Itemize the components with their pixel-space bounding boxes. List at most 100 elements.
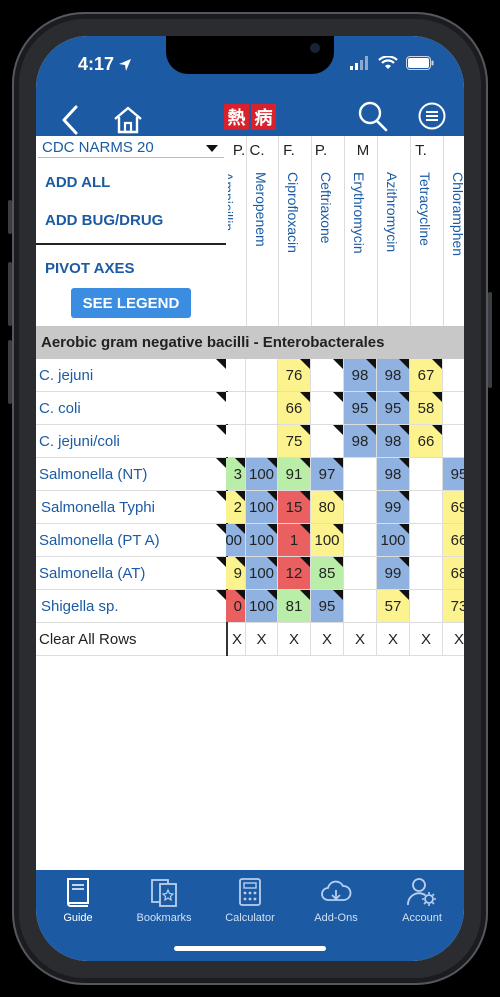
susceptibility-cell[interactable]: 95 bbox=[311, 590, 344, 622]
susceptibility-cell[interactable]: 3 bbox=[226, 458, 246, 490]
clear-column-button[interactable]: X bbox=[226, 623, 246, 655]
organism-label[interactable]: Salmonella (NT) bbox=[39, 458, 225, 490]
susceptibility-cell[interactable]: 100 bbox=[246, 557, 278, 589]
column-drug-name[interactable]: Ampicillin bbox=[228, 172, 236, 231]
susceptibility-cell[interactable] bbox=[226, 392, 246, 424]
susceptibility-cell[interactable] bbox=[344, 524, 377, 556]
susceptibility-cell[interactable] bbox=[344, 590, 377, 622]
tab-add-ons[interactable]: Add-Ons bbox=[294, 876, 378, 934]
column-drug-name[interactable]: Ceftriaxone bbox=[318, 172, 334, 244]
susceptibility-cell[interactable]: 100 bbox=[377, 524, 410, 556]
susceptibility-cell[interactable] bbox=[311, 359, 344, 391]
susceptibility-cell[interactable]: 98 bbox=[377, 458, 410, 490]
home-icon[interactable] bbox=[112, 104, 144, 136]
susceptibility-cell[interactable]: 99 bbox=[377, 557, 410, 589]
susceptibility-cell[interactable]: 76 bbox=[278, 359, 311, 391]
susceptibility-cell[interactable]: 95 bbox=[344, 392, 377, 424]
susceptibility-cell[interactable] bbox=[344, 458, 377, 490]
organism-label[interactable]: Shigella sp. bbox=[41, 590, 227, 622]
susceptibility-cell[interactable] bbox=[246, 425, 278, 457]
susceptibility-cell[interactable]: 95 bbox=[443, 458, 464, 490]
tab-calculator[interactable]: Calculator bbox=[208, 876, 292, 934]
add-all-button[interactable]: ADD ALL bbox=[45, 174, 110, 191]
susceptibility-cell[interactable] bbox=[344, 491, 377, 523]
clear-column-button[interactable]: X bbox=[278, 623, 311, 655]
menu-icon[interactable] bbox=[418, 102, 446, 130]
susceptibility-cell[interactable]: 98 bbox=[377, 359, 410, 391]
susceptibility-cell[interactable] bbox=[311, 392, 344, 424]
susceptibility-cell[interactable]: 66 bbox=[278, 392, 311, 424]
tab-guide[interactable]: Guide bbox=[36, 876, 120, 934]
susceptibility-cell[interactable] bbox=[410, 524, 443, 556]
clear-column-button[interactable]: X bbox=[377, 623, 410, 655]
organism-label[interactable]: C. jejuni/coli bbox=[39, 425, 225, 457]
see-legend-button[interactable]: SEE LEGEND bbox=[71, 288, 191, 318]
add-bug-drug-button[interactable]: ADD BUG/DRUG bbox=[45, 212, 163, 229]
tab-bookmarks[interactable]: Bookmarks bbox=[122, 876, 206, 934]
susceptibility-cell[interactable]: 66 bbox=[410, 425, 443, 457]
susceptibility-cell[interactable] bbox=[443, 359, 464, 391]
susceptibility-cell[interactable] bbox=[410, 590, 443, 622]
clear-column-button[interactable]: X bbox=[311, 623, 344, 655]
susceptibility-cell[interactable]: 98 bbox=[344, 425, 377, 457]
susceptibility-cell[interactable] bbox=[443, 392, 464, 424]
susceptibility-cell[interactable]: 100 bbox=[311, 524, 344, 556]
organism-label[interactable]: C. jejuni bbox=[39, 359, 225, 391]
susceptibility-cell[interactable] bbox=[246, 359, 278, 391]
clear-column-button[interactable]: X bbox=[410, 623, 443, 655]
susceptibility-cell[interactable]: 12 bbox=[278, 557, 311, 589]
susceptibility-cell[interactable]: 91 bbox=[278, 458, 311, 490]
susceptibility-cell[interactable]: 100 bbox=[246, 524, 278, 556]
susceptibility-cell[interactable]: 67 bbox=[410, 359, 443, 391]
column-drug-name[interactable]: Azithromycin bbox=[384, 172, 400, 252]
susceptibility-cell[interactable]: 00 bbox=[226, 524, 246, 556]
search-icon[interactable] bbox=[358, 100, 388, 132]
organism-label[interactable]: Salmonella Typhi bbox=[41, 491, 227, 523]
susceptibility-cell[interactable]: 81 bbox=[278, 590, 311, 622]
susceptibility-cell[interactable]: 58 bbox=[410, 392, 443, 424]
clear-column-button[interactable]: X bbox=[344, 623, 377, 655]
susceptibility-cell[interactable]: 98 bbox=[344, 359, 377, 391]
susceptibility-cell[interactable] bbox=[410, 491, 443, 523]
pivot-axes-button[interactable]: PIVOT AXES bbox=[45, 260, 134, 277]
susceptibility-cell[interactable] bbox=[246, 392, 278, 424]
column-drug-name[interactable]: Tetracycline bbox=[417, 172, 433, 246]
susceptibility-cell[interactable]: 15 bbox=[278, 491, 311, 523]
column-drug-name[interactable]: Meropenem bbox=[253, 172, 269, 247]
susceptibility-cell[interactable]: 100 bbox=[246, 491, 278, 523]
susceptibility-cell[interactable] bbox=[344, 557, 377, 589]
susceptibility-cell[interactable] bbox=[410, 458, 443, 490]
dataset-dropdown[interactable]: CDC NARMS 20 bbox=[38, 138, 224, 158]
column-drug-name[interactable]: Ciprofloxacin bbox=[285, 172, 301, 253]
susceptibility-cell[interactable]: 99 bbox=[377, 491, 410, 523]
susceptibility-cell[interactable]: 73 bbox=[443, 590, 464, 622]
susceptibility-cell[interactable] bbox=[311, 425, 344, 457]
app-logo[interactable]: 熱 病 bbox=[224, 104, 276, 130]
susceptibility-cell[interactable]: 0 bbox=[226, 590, 246, 622]
organism-label[interactable]: Salmonella (AT) bbox=[39, 557, 225, 589]
column-drug-name[interactable]: Erythromycin bbox=[351, 172, 367, 254]
susceptibility-cell[interactable]: 66 bbox=[443, 524, 464, 556]
susceptibility-cell[interactable]: 2 bbox=[226, 491, 246, 523]
clear-column-button[interactable]: X bbox=[443, 623, 464, 655]
susceptibility-cell[interactable]: 95 bbox=[377, 392, 410, 424]
susceptibility-cell[interactable]: 69 bbox=[443, 491, 464, 523]
susceptibility-cell[interactable]: 75 bbox=[278, 425, 311, 457]
susceptibility-cell[interactable] bbox=[226, 359, 246, 391]
organism-label[interactable]: C. coli bbox=[39, 392, 225, 424]
tab-account[interactable]: Account bbox=[380, 876, 464, 934]
susceptibility-cell[interactable]: 85 bbox=[311, 557, 344, 589]
susceptibility-cell[interactable] bbox=[410, 557, 443, 589]
susceptibility-cell[interactable] bbox=[226, 425, 246, 457]
organism-label[interactable]: Salmonella (PT A) bbox=[39, 524, 225, 556]
susceptibility-cell[interactable] bbox=[443, 425, 464, 457]
susceptibility-cell[interactable]: 100 bbox=[246, 590, 278, 622]
susceptibility-cell[interactable]: 97 bbox=[311, 458, 344, 490]
clear-column-button[interactable]: X bbox=[246, 623, 278, 655]
susceptibility-cell[interactable]: 100 bbox=[246, 458, 278, 490]
susceptibility-cell[interactable]: 1 bbox=[278, 524, 311, 556]
column-drug-name[interactable]: Chloramphen bbox=[450, 172, 464, 256]
clear-all-rows-button[interactable]: Clear All Rows bbox=[39, 623, 225, 655]
susceptibility-cell[interactable]: 68 bbox=[443, 557, 464, 589]
susceptibility-cell[interactable]: 57 bbox=[377, 590, 410, 622]
